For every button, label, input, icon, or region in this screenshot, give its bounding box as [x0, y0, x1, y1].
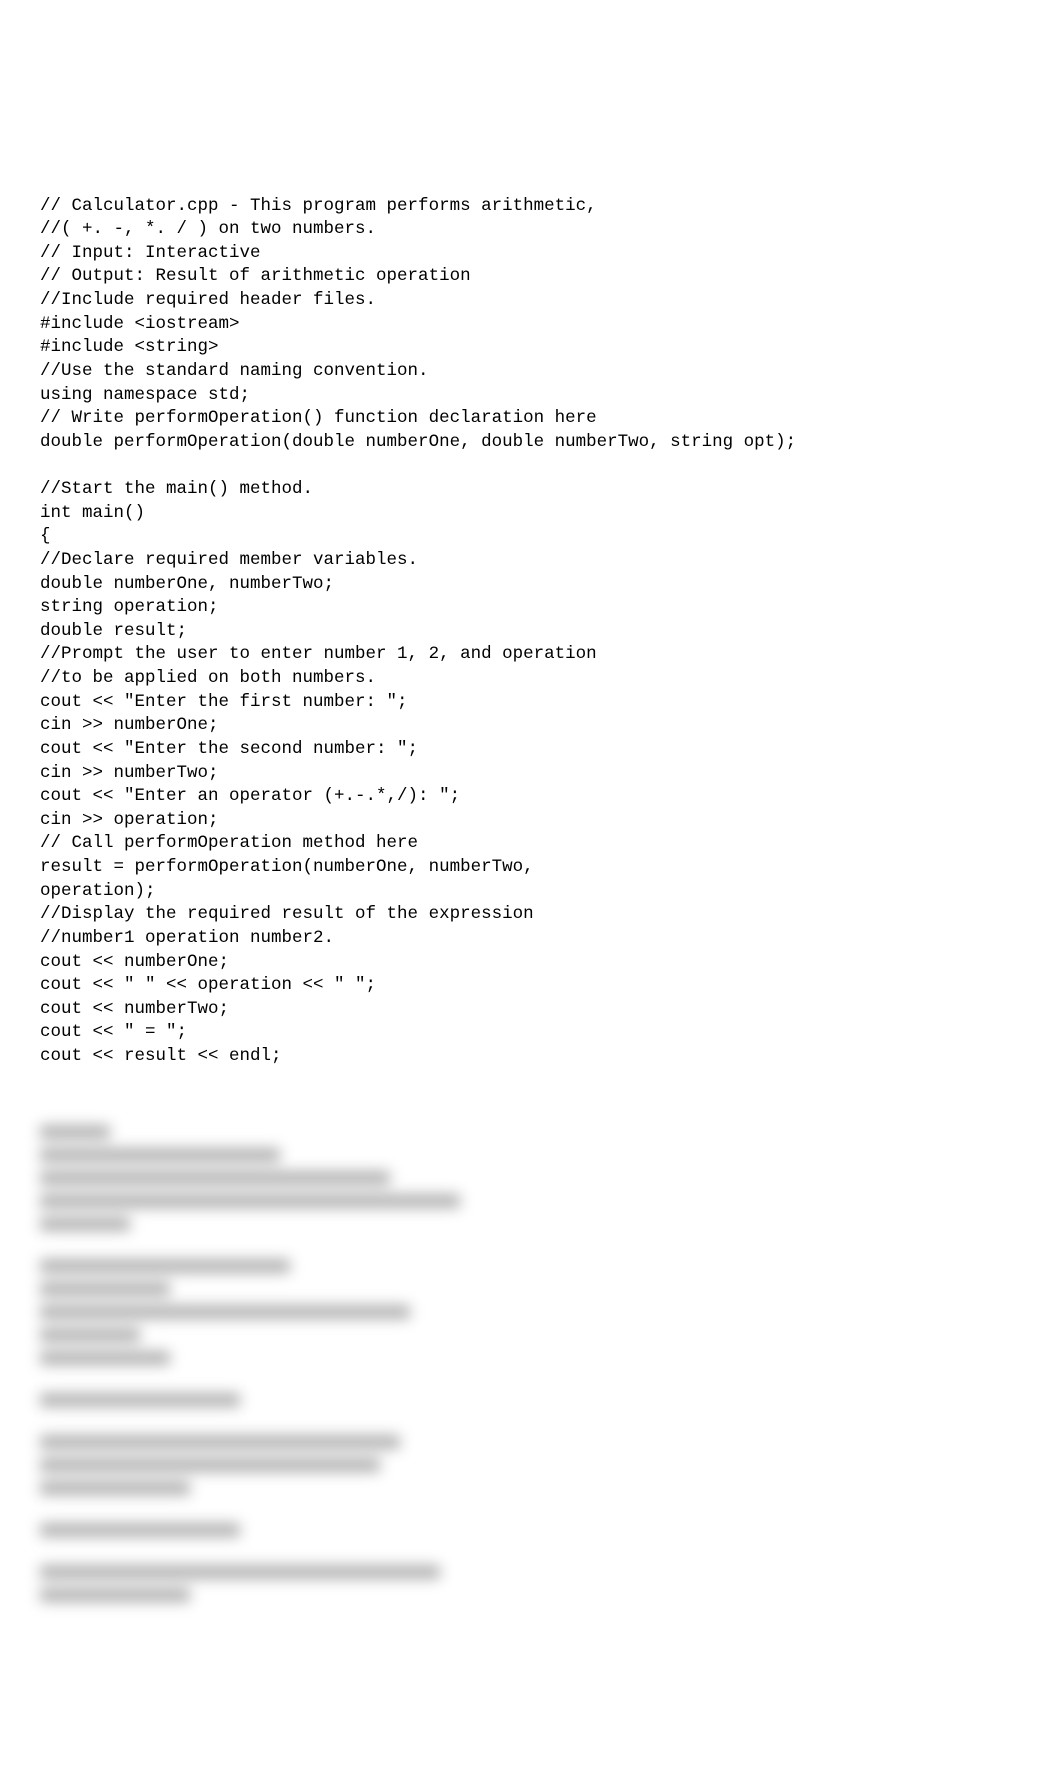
blurred-line [40, 1171, 390, 1185]
blurred-line [40, 1217, 130, 1231]
blurred-region [40, 1125, 1062, 1602]
blurred-line [40, 1259, 290, 1273]
blurred-line [40, 1458, 380, 1472]
blurred-line [40, 1481, 190, 1495]
blurred-line [40, 1148, 280, 1162]
code-content: // Calculator.cpp - This program perform… [40, 195, 1062, 1069]
blurred-line [40, 1351, 170, 1365]
blurred-line [40, 1523, 240, 1537]
blurred-line [40, 1328, 140, 1342]
blurred-line [40, 1565, 440, 1579]
blurred-line [40, 1393, 240, 1407]
blurred-line [40, 1282, 170, 1296]
blurred-line [40, 1435, 400, 1449]
blurred-line [40, 1305, 410, 1319]
blurred-line [40, 1194, 460, 1208]
blurred-line [40, 1588, 190, 1602]
blurred-line [40, 1125, 110, 1139]
